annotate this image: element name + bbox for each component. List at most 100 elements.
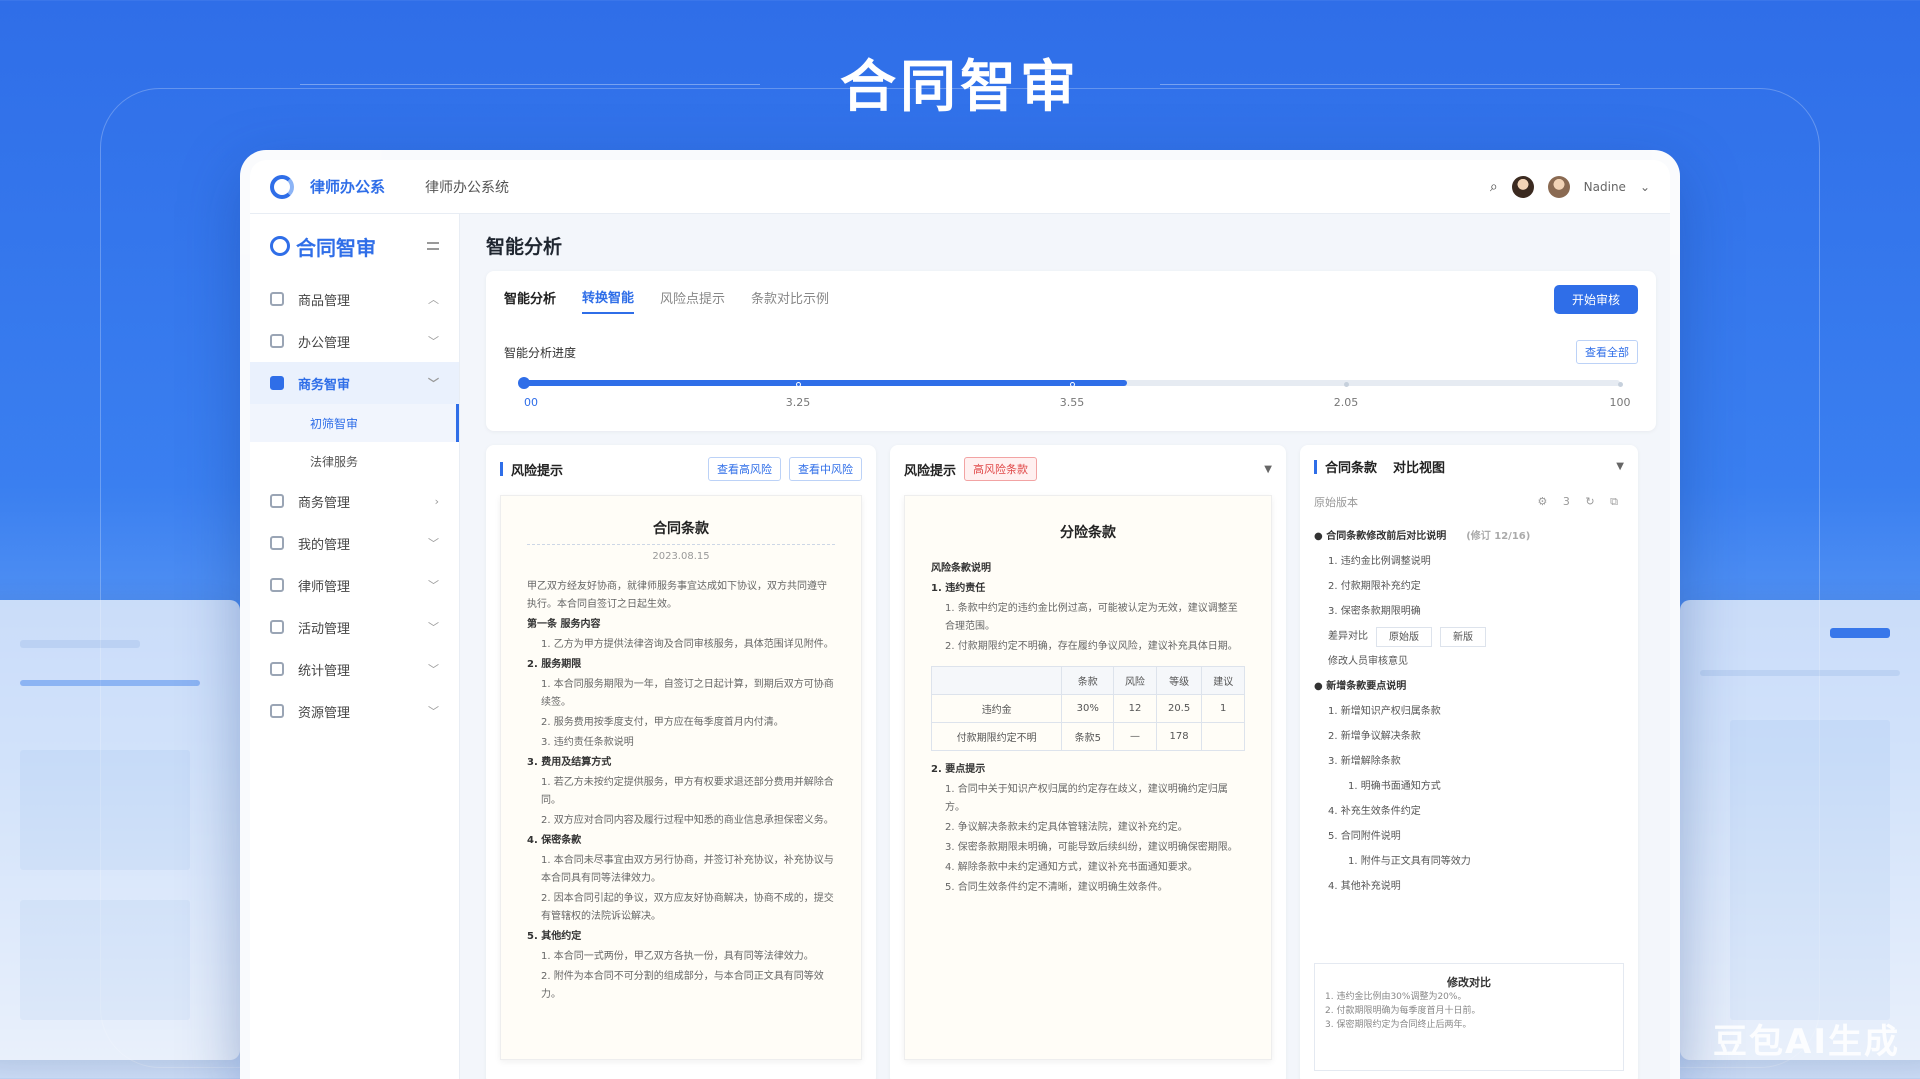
progress-tick-label: 3.25 — [785, 396, 811, 409]
sidebar-subitem[interactable]: 法律服务 — [250, 442, 459, 480]
compare-row: 差异对比 原始版 新版 — [1314, 624, 1624, 649]
doc-heading: 5. 其他约定 — [527, 931, 582, 942]
chevron-down-icon[interactable]: ⌄ — [1640, 180, 1650, 194]
compare-item: 4. 其他补充说明 — [1314, 874, 1624, 899]
chevron-down-icon[interactable]: ▼ — [1616, 461, 1624, 472]
compare-item-text: 1. 明确书面通知方式 — [1348, 781, 1441, 792]
diff-summary: 修改对比 1. 违约金比例由30%调整为20%。 2. 付款期限明确为每季度首月十… — [1314, 963, 1624, 1071]
compare-item-text: 3. 保密条款期限明确 — [1328, 606, 1421, 617]
doc-heading: 1. 违约责任 — [931, 583, 986, 594]
copy-icon[interactable]: ⧉ — [1610, 495, 1624, 508]
sidebar-subitem[interactable]: 初筛智审 — [250, 404, 459, 442]
compare-row-sub: 修改人员审核意见 — [1328, 656, 1408, 667]
diff-title: 修改对比 — [1447, 976, 1491, 989]
sidebar: 合同智审 商品管理 ︿ 办公管理 ﹀ 商务智审 ﹀ 初筛智审 法律服务 商务管理 › 我的管理 ﹀ 律师… — [250, 214, 460, 1079]
contract-document: 合同条款 2023.08.15 甲乙双方经友好协商，就律师服务事宜达成如下协议，… — [500, 495, 862, 1060]
sidebar-item[interactable]: 办公管理 ﹀ — [250, 320, 459, 362]
sidebar-menu: 商品管理 ︿ 办公管理 ﹀ 商务智审 ﹀ 初筛智审 法律服务 商务管理 › 我的管理 ﹀ 律师管理 ﹀ 活动… — [250, 278, 459, 732]
doc-title: 分险条款 — [1060, 525, 1116, 541]
doc-heading: 2. 服务期限 — [527, 659, 582, 670]
menu-icon — [270, 662, 284, 676]
chevron-icon: ﹀ — [428, 621, 439, 634]
risk-panel-left: 风险提示 查看高风险 查看中风险 合同条款 2023.08.15 甲乙双方经友好… — [486, 445, 876, 1079]
progress-tick-label: 100 — [1609, 396, 1631, 409]
risk-table: 条款 风险 等级 建议 违约金 30% 12 20.5 1 付款期限约定不明 条款5—178 — [930, 666, 1245, 751]
tab-compare[interactable]: 条款对比示例 — [751, 288, 829, 313]
compare-list: ● 合同条款修改前后对比说明 (修订 12/16) 1. 违约金比例调整说明 2. 付… — [1314, 524, 1624, 899]
sidebar-item[interactable]: 商品管理 ︿ — [250, 278, 459, 320]
table-header-cell: 等级 — [1155, 666, 1203, 695]
doc-line: 5. 合同生效条件约定不清晰，建议明确生效条件。 — [945, 882, 1168, 893]
sidebar-item[interactable]: 我的管理 ﹀ — [250, 522, 459, 564]
table-header-cell — [930, 666, 1063, 695]
sidebar-item[interactable]: 商务管理 › — [250, 480, 459, 522]
doc-line: 2. 争议解决条款未约定具体管辖法院，建议补充约定。 — [945, 822, 1188, 833]
sidebar-item[interactable]: 活动管理 ﹀ — [250, 606, 459, 648]
tab-convert[interactable]: 转换智能 — [582, 287, 635, 314]
high-risk-filter-button[interactable]: 查看高风险 — [708, 457, 781, 481]
view-all-button[interactable]: 查看全部 — [1576, 340, 1638, 364]
sidebar-item[interactable]: 商务智审 ﹀ — [250, 362, 459, 404]
compare-item-note: (修订 12/16) — [1466, 531, 1531, 542]
table-cell: 条款5 — [1061, 722, 1115, 751]
sidebar-item[interactable]: 统计管理 ﹀ — [250, 648, 459, 690]
start-review-button[interactable]: 开始审核 — [1553, 285, 1638, 314]
sidebar-item[interactable]: 律师管理 ﹀ — [250, 564, 459, 606]
doc-line: 1. 本合同一式两份，甲乙双方各执一份，具有同等法律效力。 — [541, 951, 814, 962]
high-risk-tag[interactable]: 高风险条款 — [964, 457, 1038, 481]
system-name: 律师办公系统 — [425, 179, 510, 196]
risk-panel-middle: 风险提示 高风险条款 ▼ 分险条款 风险条款说明 1. 违约责任 1. 条款中约定的… — [890, 445, 1286, 1079]
chevron-down-icon[interactable]: ▼ — [1264, 464, 1272, 475]
panel-subtitle: 对比视图 — [1393, 461, 1446, 476]
compare-item: 1. 违约金比例调整说明 — [1314, 549, 1624, 574]
panel-title: 风险提示 — [511, 463, 564, 479]
doc-line: 1. 本合同服务期限为一年，自签订之日起计算，到期后双方可协商续签。 — [541, 679, 834, 708]
sidebar-item-label: 资源管理 — [298, 705, 351, 721]
refresh-icon[interactable]: ↻ — [1585, 495, 1600, 508]
table-cell: 20.5 — [1155, 694, 1203, 723]
user-avatar[interactable] — [1547, 175, 1570, 198]
chevron-icon: ﹀ — [428, 335, 439, 348]
new-version-box[interactable]: 新版 — [1440, 626, 1486, 647]
progress-track[interactable] — [518, 377, 1623, 389]
compare-item: 1. 新增知识产权归属条款 — [1314, 699, 1624, 724]
compare-item: 5. 合同附件说明 — [1314, 824, 1624, 849]
compare-item-text: 1. 新增知识产权归属条款 — [1328, 706, 1441, 717]
original-version-box[interactable]: 原始版 — [1376, 626, 1432, 647]
sidebar-item-label: 我的管理 — [298, 537, 351, 553]
progress-start-handle[interactable] — [518, 377, 530, 389]
chevron-icon: ﹀ — [428, 377, 439, 390]
menu-toggle-icon[interactable] — [427, 242, 439, 250]
compare-item-text: 2. 新增争议解决条款 — [1328, 731, 1421, 742]
watermark: 豆包AI生成 — [1713, 1022, 1900, 1062]
tab-analysis[interactable]: 智能分析 — [504, 288, 556, 313]
menu-icon — [270, 578, 284, 592]
doc-line: 2. 双方应对合同内容及履行过程中知悉的商业信息承担保密义务。 — [541, 815, 834, 826]
compare-item-text: 4. 其他补充说明 — [1328, 881, 1401, 892]
sidebar-item-label: 活动管理 — [298, 621, 351, 637]
menu-icon — [270, 334, 284, 348]
chevron-icon: ﹀ — [428, 579, 439, 592]
compare-item: ● 新增条款要点说明 — [1314, 674, 1624, 699]
sidebar-item-label: 商品管理 — [298, 293, 351, 309]
diff-line: 1. 违约金比例由30%调整为20%。 — [1325, 992, 1467, 1002]
medium-risk-filter-button[interactable]: 查看中风险 — [789, 457, 862, 481]
user-name[interactable]: Nadine — [1584, 180, 1626, 194]
top-bar: 律师办公系 律师办公系统 ⌕ Nadine ⌄ — [250, 160, 1670, 214]
menu-icon — [270, 620, 284, 634]
doc-line: 2. 附件为本合同不可分割的组成部分，与本合同正文具有同等效力。 — [541, 971, 824, 1000]
compare-item: ● 合同条款修改前后对比说明 (修订 12/16) — [1314, 524, 1624, 549]
tab-risk[interactable]: 风险点提示 — [660, 288, 725, 313]
doc-heading: 4. 保密条款 — [527, 835, 582, 846]
compare-item: 4. 补充生效条件约定 — [1314, 799, 1624, 824]
search-icon[interactable]: ⌕ — [1490, 179, 1498, 195]
diff-counter: 3 — [1562, 495, 1576, 508]
compare-item-text: 1. 附件与正文具有同等效力 — [1348, 856, 1471, 867]
avatar[interactable] — [1511, 175, 1534, 198]
settings-icon[interactable]: ⚙ — [1538, 495, 1554, 508]
sidebar-item[interactable]: 资源管理 ﹀ — [250, 690, 459, 732]
sidebar-title: 合同智审 — [296, 235, 376, 260]
compare-item: 1. 明确书面通知方式 — [1314, 774, 1624, 799]
compare-item-text: 4. 补充生效条件约定 — [1328, 806, 1421, 817]
doc-line: 1. 条款中约定的违约金比例过高，可能被认定为无效，建议调整至合理范围。 — [945, 603, 1238, 632]
